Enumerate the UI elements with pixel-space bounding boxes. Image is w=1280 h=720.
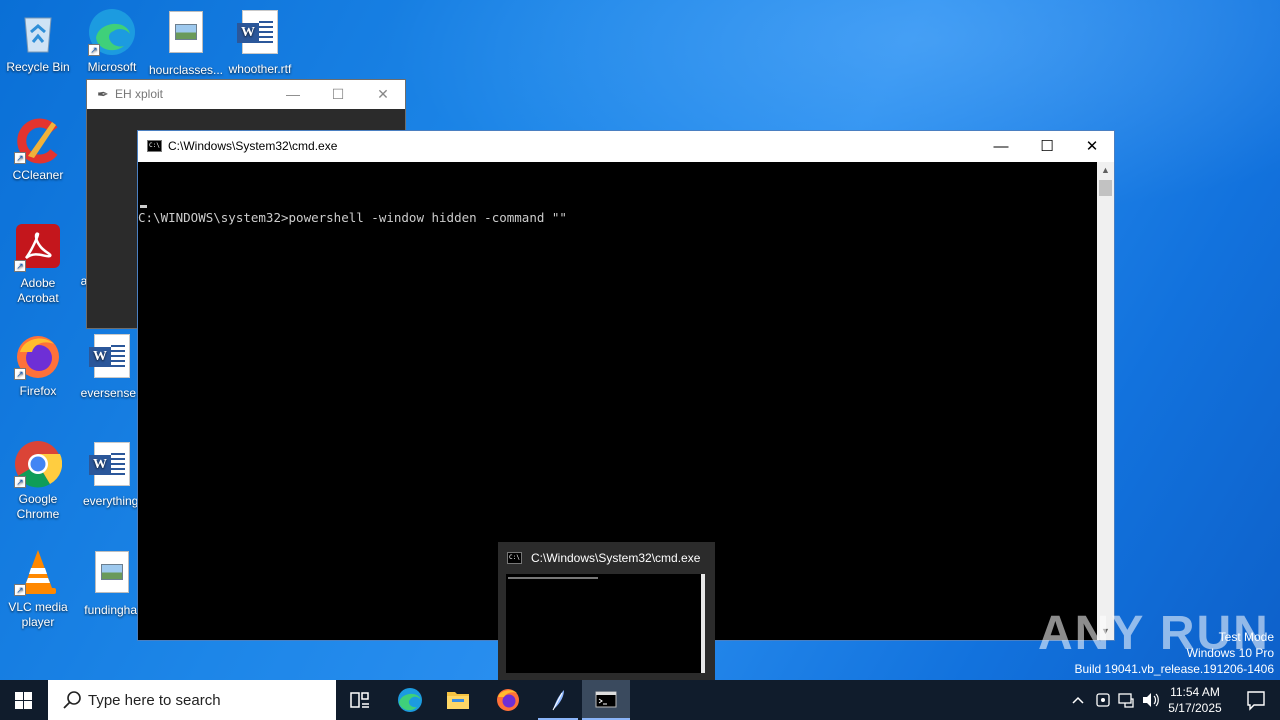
cmd-icon: C:\: [507, 552, 522, 564]
feather-icon: ✒: [97, 86, 109, 102]
eh-close-button[interactable]: ✕: [360, 80, 406, 109]
desktop-icon-label: VLC media player: [8, 600, 68, 629]
action-center-button[interactable]: [1232, 680, 1280, 720]
search-placeholder: Type here to search: [88, 692, 221, 709]
edge-icon: ↗: [88, 8, 136, 56]
desktop-icon-whoother[interactable]: W whoother.rtf: [222, 8, 298, 77]
taskbar-search-box[interactable]: Type here to search: [48, 680, 336, 720]
desktop-icon-ccleaner[interactable]: ↗ CCleaner: [0, 116, 76, 183]
system-clock[interactable]: 11:54 AM 5/17/2025: [1160, 684, 1230, 716]
search-icon: [63, 691, 81, 709]
feather-icon: [552, 690, 564, 711]
volume-icon: [1143, 693, 1159, 707]
desktop-icon-label: Google Chrome: [16, 492, 60, 521]
device-icon: [1096, 693, 1110, 707]
cmd-minimize-button[interactable]: —: [978, 131, 1024, 162]
eh-minimize-button[interactable]: —: [270, 80, 316, 109]
show-hidden-icons-button[interactable]: [1068, 680, 1088, 720]
shortcut-arrow-icon: ↗: [14, 476, 26, 488]
windows-logo-icon: [15, 692, 32, 709]
shortcut-arrow-icon: ↗: [14, 260, 26, 272]
desktop-icon-google-chrome[interactable]: ↗ Google Chrome: [0, 440, 76, 522]
taskbar-firefox-button[interactable]: [484, 680, 532, 720]
folder-icon: [447, 692, 469, 709]
shortcut-arrow-icon: ↗: [14, 584, 26, 596]
desktop-icon-label: hourclasses...: [148, 63, 224, 77]
eh-xploit-titlebar[interactable]: ✒ EH xploit — ☐ ✕: [87, 80, 405, 109]
shortcut-arrow-icon: ↗: [14, 152, 26, 164]
taskbar-file-explorer-button[interactable]: [434, 680, 482, 720]
taskbar-cmd-button[interactable]: [582, 680, 630, 720]
taskbar: Type here to search 11:54 AM 5/17/2025: [0, 680, 1280, 720]
tray-volume-button[interactable]: [1140, 680, 1162, 720]
image-file-icon: [162, 11, 210, 59]
cmd-scrollbar[interactable]: ▲ ▼: [1097, 162, 1114, 640]
adobe-acrobat-icon: ↗: [14, 224, 62, 272]
desktop-icon-adobe-acrobat[interactable]: ↗ Adobe Acrobat: [0, 224, 76, 306]
scrollbar-thumb[interactable]: [1099, 180, 1112, 196]
vlc-icon: ↗: [14, 548, 62, 596]
shortcut-arrow-icon: ↗: [88, 44, 100, 56]
watermark-line-3: Build 19041.vb_release.191206-1406: [1074, 662, 1275, 676]
watermark-line-1: Test Mode: [1218, 630, 1274, 644]
cmd-titlebar[interactable]: C:\ C:\Windows\System32\cmd.exe — ☐ ✕: [138, 131, 1114, 162]
scroll-up-arrow-icon[interactable]: ▲: [1097, 162, 1114, 179]
preview-thumbnail[interactable]: [506, 574, 705, 673]
network-icon: [1118, 693, 1134, 708]
watermark-line-2: Windows 10 Pro: [1186, 646, 1274, 660]
cmd-icon: C:\: [147, 140, 162, 152]
desktop-icon-vlc[interactable]: ↗ VLC media player: [0, 548, 76, 630]
desktop-icon-label: Recycle Bin: [6, 60, 70, 74]
windows-watermark: Test Mode Windows 10 Pro Build 19041.vb_…: [1075, 629, 1275, 677]
firefox-icon: ↗: [14, 332, 62, 380]
desktop-icon-label: CCleaner: [12, 168, 64, 182]
desktop-icon-label: Microsoft Edge: [87, 60, 137, 74]
chevron-up-icon: [1072, 696, 1084, 704]
recycle-bin-icon: [14, 8, 62, 56]
word-document-icon: W: [236, 10, 284, 58]
ccleaner-icon: ↗: [14, 116, 62, 164]
eh-maximize-button[interactable]: ☐: [315, 80, 361, 109]
start-button[interactable]: [0, 680, 48, 720]
word-document-icon: W: [88, 334, 136, 382]
word-document-icon: W: [88, 442, 136, 490]
desktop-icon-recycle-bin[interactable]: Recycle Bin: [0, 8, 76, 75]
desktop-icon-edge[interactable]: ↗ Microsoft Edge: [74, 8, 150, 75]
cmd-close-button[interactable]: ✕: [1069, 131, 1115, 162]
eh-xploit-title: EH xploit: [115, 87, 164, 101]
notification-icon: [1247, 691, 1265, 711]
chrome-icon: ↗: [14, 440, 63, 488]
tray-network-button[interactable]: [1116, 680, 1138, 720]
desktop-icon-label: whoother.rtf: [228, 62, 292, 76]
task-view-icon: [350, 692, 369, 708]
desktop-icon-hourclasses[interactable]: hourclasses...: [148, 8, 224, 78]
cmd-title: C:\Windows\System32\cmd.exe: [168, 139, 338, 153]
clock-time: 11:54 AM: [1170, 685, 1220, 699]
cmd-icon: [595, 691, 617, 708]
taskbar-edge-button[interactable]: [386, 680, 434, 720]
edge-icon: [398, 688, 422, 712]
tray-device-button[interactable]: [1092, 680, 1114, 720]
desktop-icon-firefox[interactable]: ↗ Firefox: [0, 332, 76, 399]
cmd-maximize-button[interactable]: ☐: [1024, 131, 1070, 162]
desktop-icon-label: Firefox: [19, 384, 57, 398]
taskbar-eh-xploit-button[interactable]: [534, 680, 582, 720]
shortcut-arrow-icon: ↗: [14, 368, 26, 380]
task-view-button[interactable]: [336, 680, 384, 720]
console-cursor: [140, 205, 147, 208]
preview-title: C:\Windows\System32\cmd.exe: [531, 551, 701, 565]
taskbar-thumbnail-preview[interactable]: C:\ C:\Windows\System32\cmd.exe: [498, 542, 715, 680]
firefox-icon: [497, 689, 519, 711]
console-prompt-line: C:\WINDOWS\system32>powershell -window h…: [138, 210, 567, 225]
clock-date: 5/17/2025: [1168, 701, 1222, 715]
image-file-icon: [88, 551, 136, 599]
